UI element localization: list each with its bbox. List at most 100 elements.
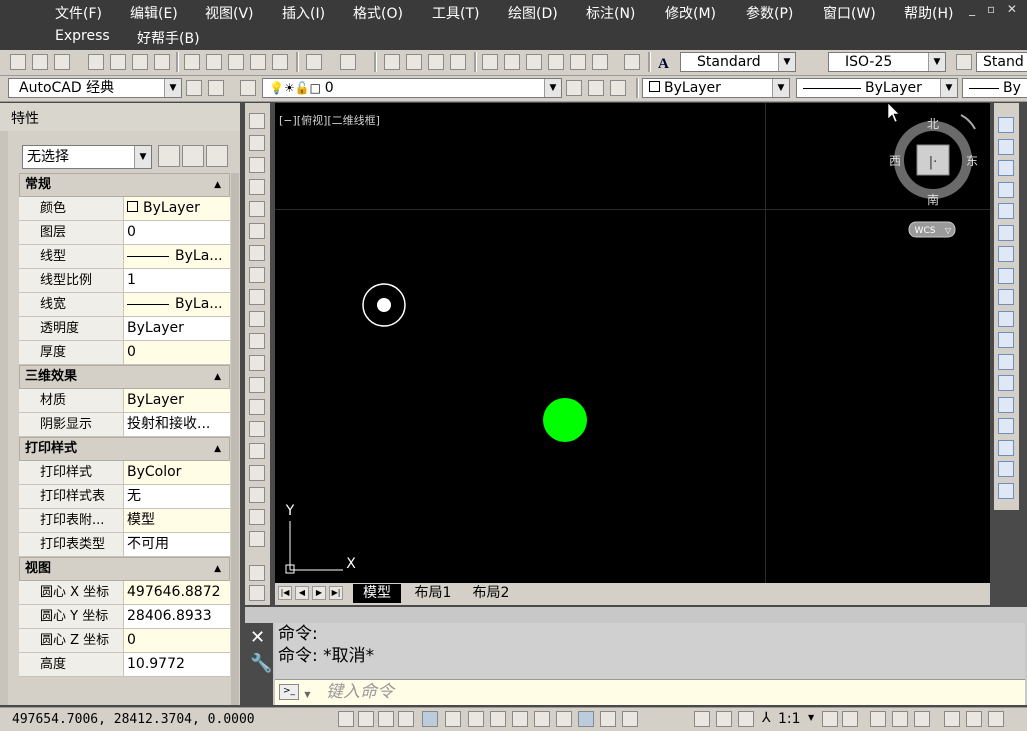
array-icon[interactable] [998, 203, 1014, 219]
menu-format[interactable]: 格式(O) [353, 3, 403, 23]
property-row[interactable]: 圆心 Y 坐标 28406.8933 [19, 605, 230, 629]
property-row[interactable]: 高度 10.9772 [19, 653, 230, 677]
viewcube-east[interactable]: 东 [966, 154, 978, 168]
close-icon[interactable]: ✕ [250, 627, 265, 648]
new-file-icon[interactable] [10, 54, 26, 70]
dynamic-input-icon[interactable] [534, 711, 550, 727]
property-value[interactable]: ByLa... [124, 293, 230, 316]
property-row[interactable]: 阴影显示 投射和接收... [19, 413, 230, 437]
property-row[interactable]: 材质 ByLayer [19, 389, 230, 413]
zoom-previous-icon[interactable] [450, 54, 466, 70]
trim-icon[interactable] [998, 310, 1014, 327]
join-icon[interactable] [998, 396, 1014, 413]
viewcube-north[interactable]: 北 [927, 117, 939, 131]
offset-icon[interactable] [998, 181, 1014, 198]
grid-display-icon[interactable] [378, 711, 394, 727]
publish-icon[interactable] [132, 54, 148, 70]
property-row[interactable]: 圆心 X 坐标 497646.8872 [19, 581, 230, 605]
viewcube-west[interactable]: 西 [889, 154, 901, 168]
mirror-icon[interactable] [998, 160, 1014, 176]
undo-icon[interactable] [306, 54, 322, 70]
chevron-down-icon[interactable]: ▼ [304, 690, 310, 699]
open-file-icon[interactable] [32, 54, 48, 70]
tab-model[interactable]: 模型 [353, 584, 401, 603]
stretch-icon[interactable] [998, 289, 1014, 305]
rotate-arrow-icon[interactable] [960, 114, 976, 130]
text-style-icon[interactable]: A [656, 54, 672, 72]
linetype-combo[interactable]: ByLayer ▼ [796, 78, 958, 98]
property-value[interactable]: ByLayer [124, 317, 230, 340]
prev-tab-icon[interactable]: ◀ [295, 586, 309, 600]
property-value[interactable]: 0 [124, 341, 230, 364]
layer-previous-icon[interactable] [588, 80, 604, 96]
property-value[interactable]: ByLayer [124, 197, 230, 220]
menu-view[interactable]: 视图(V) [205, 3, 254, 23]
clean-screen-icon[interactable] [988, 711, 1004, 727]
model-space-icon[interactable] [694, 711, 710, 727]
property-value[interactable]: 不可用 [124, 533, 230, 556]
color-combo[interactable]: ByLayer ▼ [642, 78, 790, 98]
workspace-settings-icon[interactable] [208, 80, 224, 96]
hardware-acceleration-icon[interactable] [914, 711, 930, 727]
copy-icon[interactable] [206, 54, 222, 70]
dim-style-icon[interactable] [804, 54, 820, 70]
menu-help[interactable]: 帮助(H) [904, 3, 953, 23]
extend-icon[interactable] [998, 332, 1014, 348]
property-value[interactable]: 10.9772 [124, 653, 230, 676]
redo-icon[interactable] [340, 54, 356, 70]
explode-icon[interactable] [998, 482, 1014, 499]
annotation-scale-icon[interactable]: ⅄ [762, 710, 771, 726]
selection-cycling-icon[interactable] [622, 711, 638, 727]
property-row[interactable]: 厚度 0 [19, 341, 230, 365]
collapse-icon[interactable]: ▲ [214, 438, 221, 460]
preview-icon[interactable] [110, 54, 126, 70]
spline-icon[interactable] [249, 289, 265, 305]
palette-scrollbar[interactable] [231, 173, 239, 705]
property-value[interactable]: ByLa... [124, 245, 230, 268]
layer-walk-icon[interactable] [249, 585, 265, 601]
blend-curves-icon[interactable] [998, 461, 1014, 477]
add-selected-icon[interactable] [249, 531, 265, 547]
coordinate-readout[interactable]: 497654.7006, 28412.3704, 0.0000 [12, 710, 255, 730]
sheet-set-icon[interactable] [548, 54, 564, 70]
property-value[interactable]: 28406.8933 [124, 605, 230, 628]
move-icon[interactable] [998, 224, 1014, 241]
arc-icon[interactable] [249, 223, 265, 239]
design-center-icon[interactable] [504, 54, 520, 70]
rotate-icon[interactable] [998, 246, 1014, 262]
zoom-realtime-icon[interactable] [406, 54, 422, 70]
break-icon[interactable] [998, 375, 1014, 391]
revision-cloud-icon[interactable] [249, 267, 265, 283]
object-snap-icon[interactable] [445, 711, 461, 727]
make-block-icon[interactable] [249, 377, 265, 393]
select-objects-icon[interactable] [182, 145, 204, 167]
app-icon[interactable] [5, 3, 35, 23]
break-at-point-icon[interactable] [998, 353, 1014, 370]
lineweight-combo[interactable]: By [962, 78, 1027, 98]
property-value[interactable]: ByColor [124, 461, 230, 484]
layer-manager-icon[interactable] [240, 80, 256, 96]
property-value[interactable]: 0 [124, 221, 230, 244]
menu-modify[interactable]: 修改(M) [665, 3, 716, 23]
ellipse-arc-icon[interactable] [249, 333, 265, 349]
menu-window[interactable]: 窗口(W) [823, 3, 876, 23]
fillet-icon[interactable] [998, 439, 1014, 456]
property-row[interactable]: 图层 0 [19, 221, 230, 245]
status-menu-icon[interactable] [966, 711, 982, 727]
menu-tools[interactable]: 工具(T) [432, 3, 479, 23]
wrench-icon[interactable]: 🔧 [250, 653, 272, 674]
lineweight-icon[interactable] [556, 711, 572, 727]
property-row[interactable]: 线型 ByLa... [19, 245, 230, 269]
first-tab-icon[interactable]: |◀ [278, 586, 292, 600]
layer-isolate-icon[interactable] [249, 565, 265, 581]
property-section-header[interactable]: 打印样式 ▲ [19, 437, 230, 461]
isolate-objects-icon[interactable] [944, 711, 960, 727]
palette-handle[interactable] [0, 103, 8, 705]
auto-scale-icon[interactable] [842, 711, 858, 727]
ducs-icon[interactable] [512, 711, 528, 727]
property-row[interactable]: 圆心 Z 坐标 0 [19, 629, 230, 653]
tab-layout1[interactable]: 布局1 [407, 584, 459, 603]
3d-print-icon[interactable] [154, 54, 170, 70]
property-value[interactable]: 1 [124, 269, 230, 292]
collapse-icon[interactable]: ▲ [214, 366, 221, 388]
